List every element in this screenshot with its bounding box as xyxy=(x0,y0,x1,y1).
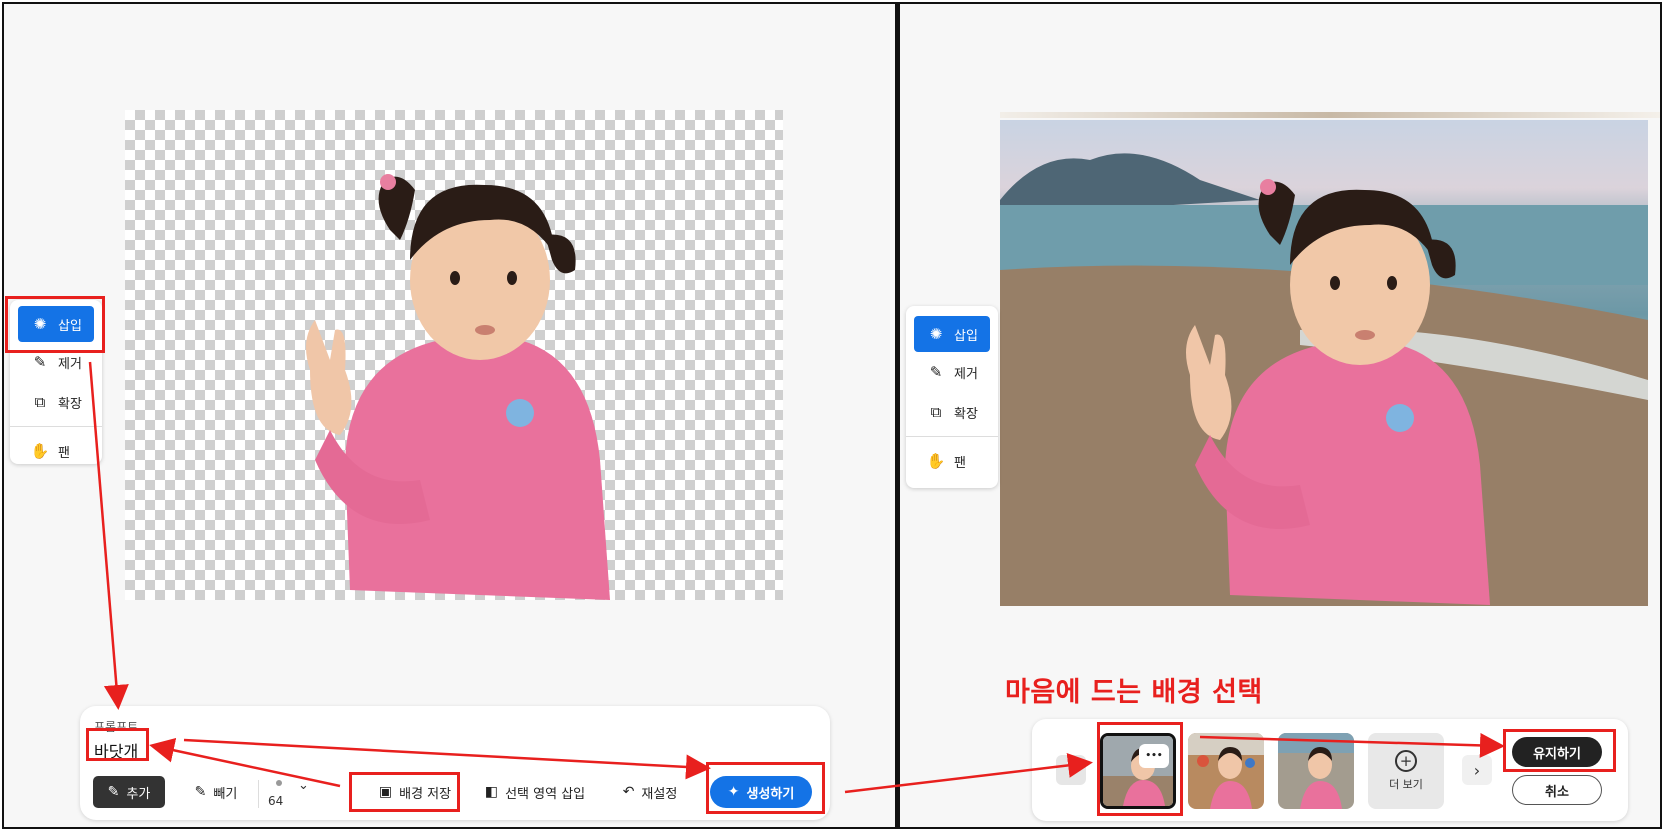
eraser-icon: ✎ xyxy=(929,363,943,381)
annotation-text: 마음에 드는 배경 선택 xyxy=(1005,677,1263,708)
tool-remove-label: 제거 xyxy=(58,356,82,372)
prompt-bar: 프롬프트 바닷개 ✎ 추가 ✎ 빼기 64 ⌄ ▣ 배경 저장 ◧ 선택 영역 … xyxy=(80,706,830,820)
expand-icon: ⧉ xyxy=(930,403,942,421)
reset-icon: ↶ xyxy=(622,784,635,800)
add-button[interactable]: ✎ 추가 xyxy=(93,776,165,808)
tool-pan-right[interactable]: ✋ 팬 xyxy=(906,441,998,481)
brush-size-value: 64 xyxy=(268,794,284,808)
bar-divider xyxy=(258,780,259,808)
tool-menu: ✺ 삽입 ✎ 제거 ⧉ 확장 ✋ 팬 xyxy=(10,300,102,464)
tool-expand[interactable]: ⧉ 확장 xyxy=(10,382,102,422)
sparkle-brush-icon: ✺ xyxy=(33,315,47,333)
chevron-left-icon: ‹ xyxy=(1067,760,1075,780)
eraser-icon: ✎ xyxy=(33,353,47,371)
tool-pan[interactable]: ✋ 팬 xyxy=(10,431,102,471)
tool-insert[interactable]: ✺ 삽입 xyxy=(18,306,94,342)
thumbnail-image-2 xyxy=(1188,733,1264,809)
variations-bar: ‹ ••• + 더 보기 › 유지하기 취소 xyxy=(1032,719,1628,821)
prompt-label: 프롬프트 xyxy=(94,720,139,734)
see-more-button[interactable]: + 더 보기 xyxy=(1368,733,1444,809)
tool-insert-label-right: 삽입 xyxy=(954,328,978,344)
generate-label: 생성하기 xyxy=(746,786,795,802)
reset-button[interactable]: ↶ 재설정 xyxy=(610,776,690,808)
subtract-button[interactable]: ✎ 빼기 xyxy=(180,776,252,808)
next-variation-button[interactable]: › xyxy=(1462,755,1492,785)
insert-selection-button[interactable]: ◧ 선택 영역 삽입 xyxy=(470,776,600,808)
generate-button[interactable]: ✦ 생성하기 xyxy=(710,776,812,808)
prompt-input[interactable]: 바닷개 xyxy=(94,738,138,762)
girl-cutout-image xyxy=(306,174,610,600)
variation-thumbnail-1[interactable]: ••• xyxy=(1100,733,1176,809)
brush-add-icon: ✎ xyxy=(107,784,120,800)
tool-insert-right[interactable]: ✺ 삽입 xyxy=(914,316,990,352)
plus-circle-icon: + xyxy=(1395,750,1417,772)
tool-insert-label: 삽입 xyxy=(58,318,82,334)
tool-expand-right[interactable]: ⧉ 확장 xyxy=(906,392,998,432)
tool-pan-label: 팬 xyxy=(58,445,70,461)
save-background-button[interactable]: ▣ 배경 저장 xyxy=(360,776,470,808)
insert-selection-label: 선택 영역 삽입 xyxy=(505,786,586,802)
add-label: 추가 xyxy=(126,786,151,802)
girl-on-beach-image xyxy=(1186,179,1490,605)
hand-icon: ✋ xyxy=(926,452,946,470)
variation-thumbnail-2[interactable] xyxy=(1188,733,1264,809)
chevron-down-icon: ⌄ xyxy=(298,778,309,793)
brush-size-control[interactable]: 64 ⌄ xyxy=(268,778,318,810)
selection-icon: ◧ xyxy=(484,784,499,800)
sparkle-brush-icon: ✺ xyxy=(929,325,943,343)
tool-remove-right[interactable]: ✎ 제거 xyxy=(906,352,998,392)
reset-label: 재설정 xyxy=(641,786,678,802)
see-more-label: 더 보기 xyxy=(1389,778,1423,791)
keep-button[interactable]: 유지하기 xyxy=(1512,737,1602,767)
tool-remove[interactable]: ✎ 제거 xyxy=(10,342,102,382)
tool-divider xyxy=(10,426,102,427)
canvas-top-edge xyxy=(1000,112,1660,118)
sparkle-generate-icon: ✦ xyxy=(727,784,740,800)
tool-remove-label-right: 제거 xyxy=(954,366,978,382)
brush-dot-icon xyxy=(276,780,282,786)
chevron-right-icon: › xyxy=(1473,760,1481,780)
subtract-label: 빼기 xyxy=(213,786,238,802)
variation-thumbnail-3[interactable] xyxy=(1278,733,1354,809)
thumbnail-image-3 xyxy=(1278,733,1354,809)
brush-subtract-icon: ✎ xyxy=(194,784,207,800)
expand-icon: ⧉ xyxy=(34,393,46,411)
tool-expand-label-right: 확장 xyxy=(954,406,978,422)
tool-pan-label-right: 팬 xyxy=(954,455,966,471)
tool-divider-right xyxy=(906,436,998,437)
hand-icon: ✋ xyxy=(30,442,50,460)
more-options-icon[interactable]: ••• xyxy=(1139,744,1169,768)
cancel-button[interactable]: 취소 xyxy=(1512,775,1602,805)
prev-variation-button[interactable]: ‹ xyxy=(1056,755,1086,785)
tool-menu-right: ✺ 삽입 ✎ 제거 ⧉ 확장 ✋ 팬 xyxy=(906,306,998,488)
tool-expand-label: 확장 xyxy=(58,396,82,412)
save-background-label: 배경 저장 xyxy=(399,786,452,802)
image-icon: ▣ xyxy=(378,784,393,800)
